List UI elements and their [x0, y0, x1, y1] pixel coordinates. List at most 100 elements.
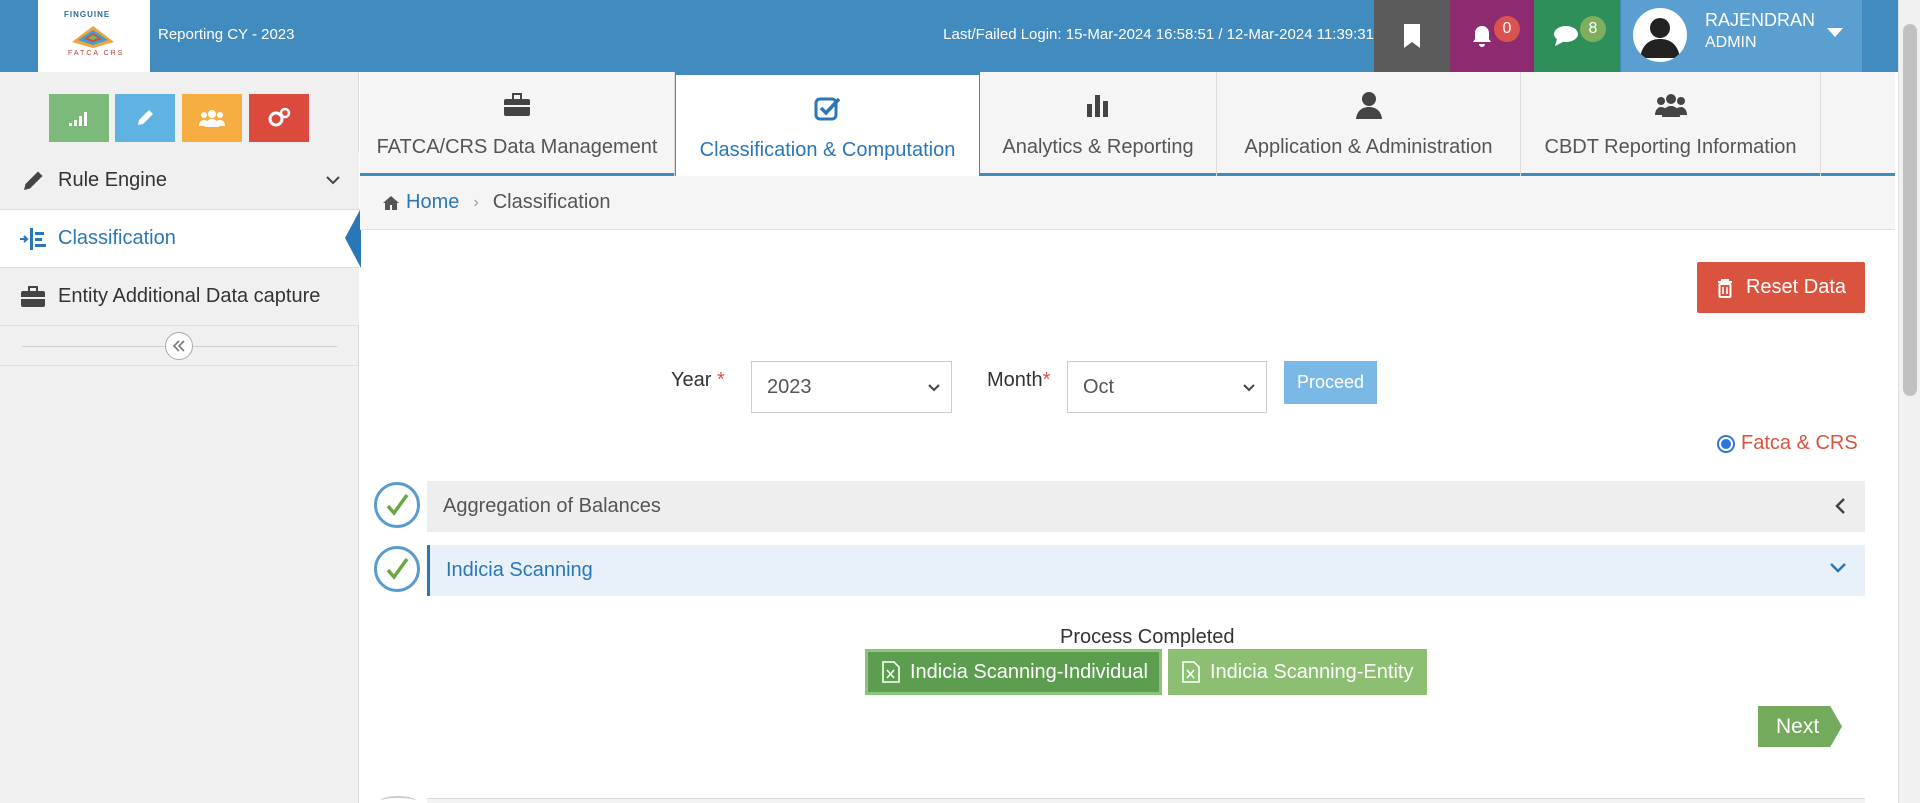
tab-classification-computation[interactable]: Classification & Computation — [675, 72, 980, 179]
quick-users-button[interactable] — [182, 94, 242, 142]
logo-graphic — [72, 26, 114, 48]
tab-label: Classification & Computation — [699, 139, 956, 161]
quick-dashboard-button[interactable] — [49, 94, 109, 142]
briefcase-icon — [20, 284, 46, 310]
reset-data-label: Reset Data — [1745, 276, 1847, 298]
next-button[interactable]: Next — [1758, 706, 1842, 747]
download-individual-label: Indicia Scanning-Individual — [910, 660, 1148, 683]
indicia-panel-header[interactable]: Indicia Scanning — [427, 545, 1865, 596]
user-role: ADMIN — [1705, 34, 1757, 51]
year-label: Year * — [671, 369, 725, 392]
month-label: Month* — [987, 369, 1050, 392]
chevron-down-icon — [1243, 384, 1255, 392]
required-mark: * — [716, 369, 725, 391]
sidebar-item-label: Classification — [58, 227, 176, 249]
month-select[interactable]: Oct — [1067, 361, 1267, 413]
month-select-value: Oct — [1083, 375, 1115, 398]
classification-icon — [20, 226, 46, 252]
breadcrumb: Home › Classification — [360, 176, 1895, 230]
step-complete-indicator — [374, 546, 420, 592]
sidebar-item-rule-engine[interactable]: Rule Engine — [0, 152, 359, 210]
pencil-icon — [20, 168, 46, 194]
reset-data-button[interactable]: Reset Data — [1697, 262, 1865, 313]
reporting-year: Reporting CY - 2023 — [158, 26, 295, 43]
briefcase-icon — [503, 88, 531, 122]
avatar — [1633, 8, 1687, 62]
process-status: Process Completed — [1060, 626, 1235, 648]
breadcrumb-home-link[interactable]: Home — [382, 191, 459, 214]
tab-analytics-reporting[interactable]: Analytics & Reporting — [980, 72, 1217, 176]
user-menu[interactable]: RAJENDRAN ADMIN — [1621, 0, 1862, 72]
chevron-down-icon — [928, 384, 940, 392]
caret-down-icon — [1827, 28, 1843, 37]
year-select-value: 2023 — [767, 375, 812, 398]
page-scrollbar[interactable] — [1898, 0, 1920, 803]
last-login-info: Last/Failed Login: 15-Mar-2024 16:58:51 … — [943, 26, 1374, 43]
top-header: FINGUINE FATCA CRS Reporting CY - 2023 L… — [0, 0, 1898, 72]
app-logo[interactable]: FINGUINE FATCA CRS — [38, 0, 150, 72]
double-chevron-left-icon — [172, 340, 185, 352]
trash-icon — [1716, 278, 1734, 298]
signal-icon — [69, 112, 87, 126]
download-entity-label: Indicia Scanning-Entity — [1210, 660, 1414, 683]
sidebar-item-label: Entity Additional Data capture — [58, 285, 321, 307]
download-individual-button[interactable]: Indicia Scanning-Individual — [865, 649, 1162, 695]
next-panel-header[interactable] — [427, 798, 1865, 803]
users-icon — [1654, 88, 1687, 122]
chevron-right-icon: › — [473, 193, 479, 211]
radio-selected[interactable] — [1717, 434, 1735, 453]
collapse-sidebar-button[interactable] — [165, 332, 193, 360]
chevron-down-icon — [326, 176, 340, 185]
tab-data-management[interactable]: FATCA/CRS Data Management — [360, 72, 675, 176]
check-square-icon — [814, 91, 842, 125]
tab-label: CBDT Reporting Information — [1544, 136, 1797, 158]
year-select[interactable]: 2023 — [751, 361, 952, 413]
home-icon — [383, 195, 399, 210]
breadcrumb-home-label: Home — [406, 191, 460, 213]
quick-settings-button[interactable] — [249, 94, 309, 142]
sidebar-item-entity-data[interactable]: Entity Additional Data capture — [0, 268, 359, 326]
excel-file-icon — [1182, 661, 1200, 683]
aggregation-panel-header[interactable]: Aggregation of Balances — [427, 481, 1865, 532]
main-tabs: FATCA/CRS Data Management Classification… — [360, 72, 1895, 179]
radio-label: Fatca & CRS — [1741, 432, 1858, 454]
radio-dot — [1721, 438, 1731, 449]
sidebar-collapse-row — [0, 326, 359, 366]
tab-label: Application & Administration — [1244, 136, 1493, 158]
quick-edit-button[interactable] — [115, 94, 175, 142]
chevron-left-icon — [1835, 498, 1845, 514]
proceed-button[interactable]: Proceed — [1284, 361, 1377, 404]
pencil-icon — [138, 110, 153, 125]
check-icon — [386, 493, 409, 516]
required-mark: * — [1042, 369, 1051, 391]
download-entity-button[interactable]: Indicia Scanning-Entity — [1168, 649, 1427, 695]
tab-label: Analytics & Reporting — [1002, 136, 1194, 158]
scrollbar-thumb[interactable] — [1903, 24, 1917, 396]
tab-cbdt-reporting[interactable]: CBDT Reporting Information — [1521, 72, 1821, 176]
messages-badge: 8 — [1580, 16, 1606, 42]
bell-icon — [1473, 26, 1491, 47]
bookmark-button[interactable] — [1374, 0, 1450, 72]
notifications-badge: 0 — [1494, 16, 1520, 42]
sidebar-item-classification[interactable]: Classification — [0, 210, 359, 268]
user-name: RAJENDRAN — [1705, 10, 1816, 30]
active-indicator — [345, 208, 361, 268]
tab-application-administration[interactable]: Application & Administration — [1217, 72, 1521, 176]
fatca-crs-radio[interactable]: Fatca & CRS — [1717, 432, 1858, 455]
tab-label: FATCA/CRS Data Management — [376, 136, 658, 158]
messages-button[interactable]: 8 — [1534, 0, 1620, 72]
excel-file-icon — [882, 661, 900, 683]
sidebar: Rule Engine Classification Entity Additi… — [0, 72, 361, 803]
sidebar-item-label: Rule Engine — [58, 169, 167, 191]
next-step-indicator — [380, 796, 416, 803]
chevron-down-icon — [1830, 563, 1846, 573]
chat-icon — [1554, 26, 1578, 46]
notifications-button[interactable]: 0 — [1450, 0, 1534, 72]
cogs-icon — [268, 107, 291, 127]
month-label-text: Month — [987, 369, 1043, 391]
user-icon — [1355, 88, 1383, 122]
user-avatar-icon — [1640, 18, 1680, 58]
year-label-text: Year — [671, 369, 712, 391]
panel-title: Indicia Scanning — [446, 559, 593, 581]
logo-subtext: FATCA CRS — [68, 50, 125, 57]
